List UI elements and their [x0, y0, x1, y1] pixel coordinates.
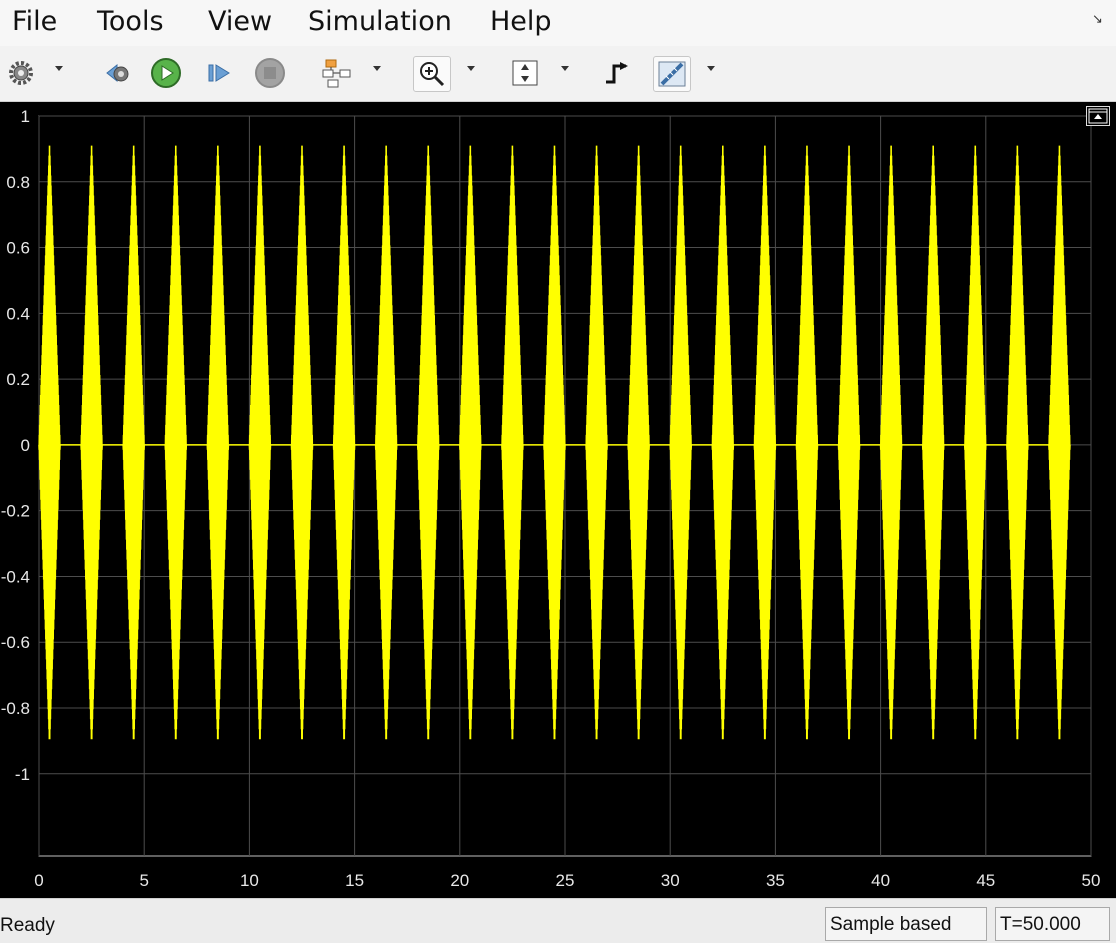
settings-button[interactable]: [4, 56, 38, 90]
signal-burst: [585, 145, 608, 740]
status-ready-text: Ready: [0, 915, 55, 936]
scope-display: 0 5 10 15 20 25 30 35 40 45 50 1 0.8 0.6 0.4 0.2 0 -0.2 -0…: [0, 102, 1116, 898]
y-tick-label: -0.2: [1, 502, 30, 521]
signal-burst: [164, 145, 188, 740]
menu-view[interactable]: View: [208, 6, 272, 37]
scale-dropdown-arrow[interactable]: [561, 66, 569, 71]
highlight-block-icon: [322, 59, 351, 88]
signal-burst: [669, 145, 693, 740]
run-button[interactable]: [148, 56, 184, 90]
y-tick-label: 0.8: [6, 173, 30, 192]
zoom-button[interactable]: [413, 56, 451, 92]
signal-burst: [837, 145, 861, 740]
menu-help[interactable]: Help: [490, 6, 552, 37]
stop-icon: [255, 58, 285, 88]
highlight-dropdown-arrow[interactable]: [373, 66, 381, 71]
zoom-in-icon: [420, 62, 445, 87]
step-back-button[interactable]: [100, 56, 134, 90]
x-tick-label: 0: [34, 871, 43, 890]
y-tick-label: -0.8: [1, 699, 30, 718]
x-tick-label: 45: [976, 871, 995, 890]
status-bar: Ready Sample based T=50.000: [0, 898, 1116, 943]
toolbar: [0, 46, 1116, 102]
y-tick-label: 0.2: [6, 370, 30, 389]
y-tick-label: 1: [21, 107, 30, 126]
sample-mode-indicator: Sample based: [825, 907, 987, 941]
signal-burst: [416, 145, 440, 740]
x-tick-label: 35: [766, 871, 785, 890]
signal-burst: [963, 145, 987, 740]
signal-burst: [921, 145, 945, 740]
signal-burst: [122, 145, 145, 740]
signal-burst: [543, 145, 566, 740]
settings-dropdown-arrow[interactable]: [55, 66, 63, 71]
signal-burst: [459, 145, 482, 740]
play-icon: [151, 58, 181, 88]
y-tick-label: -0.6: [1, 633, 30, 652]
stop-button[interactable]: [252, 56, 288, 90]
undock-button[interactable]: [1086, 106, 1110, 126]
zoom-dropdown-arrow[interactable]: [467, 66, 475, 71]
simulation-time-indicator: T=50.000: [995, 907, 1110, 941]
x-tick-label: 25: [556, 871, 575, 890]
y-tick-label: -1: [15, 765, 30, 784]
signal-burst: [206, 145, 230, 740]
scale-axes-button[interactable]: [508, 56, 542, 90]
x-tick-label: 40: [871, 871, 890, 890]
y-tick-label: 0.6: [6, 239, 30, 258]
signal-burst: [711, 145, 735, 740]
signal-burst: [501, 145, 524, 740]
undock-icon: [1088, 108, 1108, 124]
signal-burst: [795, 145, 819, 740]
trigger-icon: [606, 62, 628, 84]
signal-burst: [80, 145, 103, 740]
signal-burst: [753, 145, 777, 740]
scope-plot: 0 5 10 15 20 25 30 35 40 45 50 1 0.8 0.6 0.4 0.2 0 -0.2 -0…: [1, 107, 1101, 890]
measurements-button[interactable]: [653, 56, 691, 92]
x-tick-label: 10: [240, 871, 259, 890]
signal-burst: [290, 145, 314, 740]
y-tick-label: 0: [21, 436, 30, 455]
x-tick-label: 50: [1082, 871, 1101, 890]
highlight-block-button[interactable]: [318, 56, 356, 90]
dock-arrow-icon[interactable]: ↘: [1092, 12, 1106, 26]
signal-burst: [248, 145, 272, 740]
menu-bar: File Tools View Simulation Help ↘: [0, 0, 1116, 47]
step-back-icon: [106, 63, 129, 83]
triggers-button[interactable]: [600, 56, 634, 90]
signal-burst: [1006, 145, 1029, 740]
ruler-icon: [658, 61, 686, 87]
signal-burst: [374, 145, 398, 740]
x-tick-label: 15: [345, 871, 364, 890]
scale-y-icon: [512, 60, 538, 86]
signal-burst: [627, 145, 650, 740]
signal-burst: [38, 145, 61, 740]
y-tick-label: -0.4: [1, 567, 30, 586]
x-tick-label: 20: [450, 871, 469, 890]
signal-burst: [332, 145, 356, 740]
y-tick-label: 0.4: [6, 304, 30, 323]
step-forward-button[interactable]: [202, 56, 236, 90]
signal-burst: [879, 145, 903, 740]
menu-file[interactable]: File: [12, 6, 57, 37]
signal-burst: [1048, 145, 1071, 740]
x-tick-label: 5: [139, 871, 148, 890]
menu-simulation[interactable]: Simulation: [308, 6, 452, 37]
menu-tools[interactable]: Tools: [97, 6, 164, 37]
measurements-dropdown-arrow[interactable]: [707, 66, 715, 71]
x-tick-label: 30: [661, 871, 680, 890]
step-forward-icon: [208, 64, 230, 82]
gear-icon: [9, 61, 33, 85]
